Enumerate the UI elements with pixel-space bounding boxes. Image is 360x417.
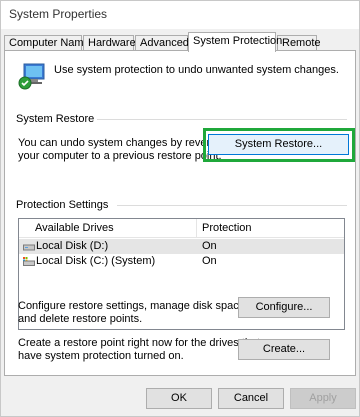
system-restore-button[interactable]: System Restore... xyxy=(208,134,349,155)
drive-icon xyxy=(23,244,35,251)
drive-protection-status: On xyxy=(202,255,217,267)
drive-name: Local Disk (D:) xyxy=(36,240,109,252)
configure-button[interactable]: Configure... xyxy=(238,297,330,318)
column-header-protection[interactable]: Protection xyxy=(202,222,252,234)
title-bar[interactable]: System Properties xyxy=(1,1,359,29)
cancel-button[interactable]: Cancel xyxy=(218,388,284,409)
column-header-available-drives[interactable]: Available Drives xyxy=(35,222,114,234)
tab-remote[interactable]: Remote xyxy=(277,35,321,51)
intro-text: Use system protection to undo unwanted s… xyxy=(54,64,339,76)
drive-name: Local Disk (C:) (System) xyxy=(36,255,156,267)
window-title: System Properties xyxy=(9,7,108,21)
apply-button[interactable]: Apply xyxy=(290,388,356,409)
tab-panel: Use system protection to undo unwanted s… xyxy=(4,50,356,376)
create-button[interactable]: Create... xyxy=(238,339,330,360)
group-divider xyxy=(117,205,347,206)
system-restore-description-line1: You can undo system changes by reverting xyxy=(18,137,228,149)
system-restore-description-line2: your computer to a previous restore poin… xyxy=(18,150,222,162)
tab-system-protection[interactable]: System Protection xyxy=(188,32,282,52)
tab-advanced[interactable]: Advanced xyxy=(135,35,189,51)
drive-row-c[interactable]: Local Disk (C:) (System) On xyxy=(19,254,344,269)
ok-button[interactable]: OK xyxy=(146,388,212,409)
tab-computer-name[interactable]: Computer Name xyxy=(4,35,90,51)
system-drive-icon xyxy=(23,257,35,266)
create-description-line1: Create a restore point right now for the… xyxy=(18,337,261,349)
system-properties-window: System Properties Computer Name Hardware… xyxy=(0,0,360,417)
configure-description-line1: Configure restore settings, manage disk … xyxy=(18,300,248,312)
group-divider xyxy=(97,119,347,120)
tab-hardware[interactable]: Hardware xyxy=(83,35,136,51)
column-separator[interactable] xyxy=(196,219,197,238)
drives-list-header: Available Drives Protection xyxy=(19,219,344,238)
drive-protection-status: On xyxy=(202,240,217,252)
configure-description-line2: and delete restore points. xyxy=(18,313,143,325)
protection-settings-group-label: Protection Settings xyxy=(16,199,109,211)
system-protection-icon xyxy=(18,63,45,90)
create-description-line2: have system protection turned on. xyxy=(18,350,184,362)
system-restore-group-label: System Restore xyxy=(16,113,95,125)
drive-row-d[interactable]: Local Disk (D:) On xyxy=(19,239,344,254)
